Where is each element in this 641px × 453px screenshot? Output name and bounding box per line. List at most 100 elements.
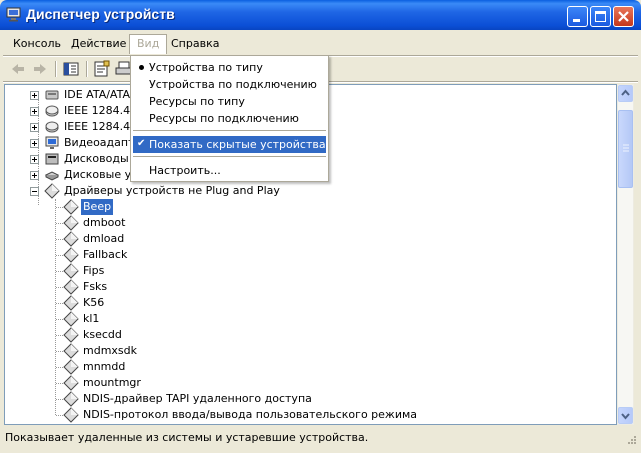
resize-grip-icon[interactable]	[625, 435, 637, 447]
category-label: Драйверы устройств не Plug and Play	[64, 184, 280, 197]
non-pnp-driver-icon	[63, 247, 79, 263]
menu-view[interactable]: Вид	[129, 34, 168, 54]
menu-item-label: Настроить...	[149, 164, 221, 177]
menu-item-resources-by-connection[interactable]: Ресурсы по подключению	[133, 110, 326, 127]
grip-icon	[623, 144, 629, 152]
driver-label: mdmxsdk	[83, 344, 138, 357]
toolbar-separator	[55, 61, 57, 77]
arrow-up-icon	[621, 89, 630, 96]
view-menu-dropdown: Устройства по типу Устройства по подключ…	[130, 55, 329, 182]
radio-bullet-icon	[139, 65, 144, 70]
maximize-icon	[595, 11, 606, 22]
checkmark-icon: ✔	[137, 138, 146, 149]
category-label: Дисководы г	[64, 152, 138, 165]
back-arrow-icon[interactable]	[8, 60, 28, 78]
menu-console[interactable]: Консоль	[6, 34, 68, 54]
ieee-device-icon	[45, 105, 59, 117]
driver-label: NDIS-протокол ввода/вывода пользовательс…	[83, 408, 418, 421]
expand-icon[interactable]	[30, 155, 39, 164]
tree-driver-item[interactable]: mountmgr	[5, 375, 405, 391]
tree-driver-item[interactable]: mdmxsdk	[5, 343, 405, 359]
non-pnp-driver-icon	[63, 375, 79, 391]
expand-icon[interactable]	[30, 107, 39, 116]
non-pnp-driver-icon	[44, 183, 60, 199]
title-bar[interactable]: Диспетчер устройств	[0, 0, 641, 30]
minimize-icon	[573, 19, 580, 22]
menu-item-customize[interactable]: Настроить...	[133, 162, 326, 179]
minimize-button[interactable]	[567, 6, 588, 27]
collapse-icon[interactable]	[30, 187, 39, 196]
driver-label: Fips	[83, 264, 105, 277]
close-icon	[618, 11, 629, 22]
non-pnp-driver-icon	[63, 199, 79, 215]
ide-controller-icon	[45, 90, 59, 100]
window-title: Диспетчер устройств	[26, 6, 175, 22]
menu-item-devices-by-connection[interactable]: Устройства по подключению	[133, 76, 326, 93]
driver-label: Beep	[81, 199, 114, 215]
driver-label: dmload	[83, 232, 125, 245]
driver-label: kl1	[83, 312, 100, 325]
menu-item-label: Показать скрытые устройства	[149, 138, 326, 151]
expand-icon[interactable]	[30, 171, 39, 180]
driver-label: mountmgr	[83, 376, 141, 389]
category-label: IDE ATA/ATA	[64, 88, 130, 101]
maximize-button[interactable]	[590, 6, 611, 27]
tree-driver-item[interactable]: kl1	[5, 311, 405, 327]
device-manager-icon	[6, 7, 21, 22]
non-pnp-driver-icon	[63, 343, 79, 359]
menu-action[interactable]: Действие	[64, 34, 133, 54]
tree-driver-item[interactable]: ksecdd	[5, 327, 405, 343]
driver-label: NDIS-драйвер TAPI удаленного доступа	[83, 392, 312, 405]
driver-label: mnmdd	[83, 360, 126, 373]
scroll-down-button[interactable]	[618, 407, 633, 424]
tree-driver-item[interactable]: Fallback	[5, 247, 405, 263]
category-label: Дисковые ус	[64, 168, 138, 181]
expand-icon[interactable]	[30, 123, 39, 132]
non-pnp-driver-icon	[63, 215, 79, 231]
non-pnp-driver-icon	[63, 295, 79, 311]
properties-icon[interactable]	[92, 60, 112, 78]
expand-icon[interactable]	[30, 91, 39, 100]
tree-driver-item[interactable]: Beep	[5, 199, 405, 215]
tree-driver-item[interactable]: dmboot	[5, 215, 405, 231]
non-pnp-driver-icon	[63, 279, 79, 295]
console-tree-icon[interactable]	[61, 60, 81, 78]
menu-bar: Консоль Действие Вид Справка	[4, 34, 637, 54]
scroll-thumb[interactable]	[618, 110, 633, 188]
display-adapter-icon	[45, 136, 59, 149]
menu-separator	[133, 130, 326, 131]
menu-help[interactable]: Справка	[164, 34, 226, 54]
menu-item-label: Ресурсы по подключению	[149, 112, 299, 125]
driver-label: ksecdd	[83, 328, 122, 341]
menu-item-label: Устройства по подключению	[149, 78, 317, 91]
tree-driver-item[interactable]: NDIS-драйвер TAPI удаленного доступа	[5, 391, 505, 407]
tree-driver-item[interactable]: Fsks	[5, 279, 405, 295]
non-pnp-driver-icon	[63, 391, 79, 407]
menu-item-devices-by-type[interactable]: Устройства по типу	[133, 59, 326, 76]
floppy-drive-icon	[45, 153, 59, 165]
tree-category-non-pnp[interactable]: Драйверы устройств не Plug and Play	[5, 183, 405, 199]
scroll-up-button[interactable]	[618, 85, 633, 102]
menu-item-resources-by-type[interactable]: Ресурсы по типу	[133, 93, 326, 110]
non-pnp-driver-icon	[63, 359, 79, 375]
toolbar-separator	[86, 61, 88, 77]
close-button[interactable]	[613, 6, 634, 27]
expand-icon[interactable]	[30, 139, 39, 148]
menu-item-show-hidden-devices[interactable]: ✔ Показать скрытые устройства	[133, 136, 326, 153]
vertical-scrollbar[interactable]	[617, 84, 634, 425]
arrow-down-icon	[621, 413, 630, 420]
tree-driver-item[interactable]: mnmdd	[5, 359, 405, 375]
tree-driver-item[interactable]: Fips	[5, 263, 405, 279]
tree-driver-item[interactable]: dmload	[5, 231, 405, 247]
disk-drive-icon	[44, 171, 60, 181]
non-pnp-driver-icon	[63, 311, 79, 327]
menu-item-label: Ресурсы по типу	[149, 95, 245, 108]
non-pnp-driver-icon	[63, 407, 79, 423]
ieee-device-icon	[45, 121, 59, 133]
status-bar: Показывает удаленные из системы и устаре…	[0, 428, 641, 449]
tree-driver-item[interactable]: NDIS-протокол ввода/вывода пользовательс…	[5, 407, 545, 423]
driver-label: dmboot	[83, 216, 126, 229]
tree-driver-item[interactable]: K56	[5, 295, 405, 311]
forward-arrow-icon[interactable]	[30, 60, 50, 78]
driver-label: K56	[83, 296, 105, 309]
